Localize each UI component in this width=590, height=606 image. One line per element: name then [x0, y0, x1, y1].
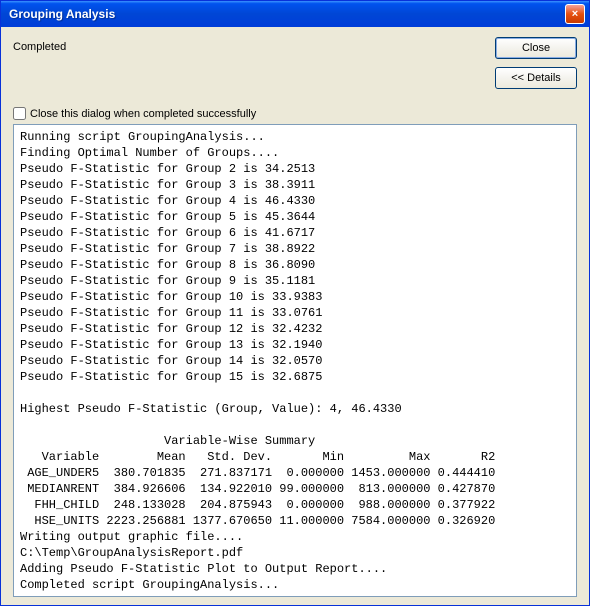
close-icon: ×	[572, 8, 578, 20]
close-button[interactable]: Close	[495, 37, 577, 59]
window-title: Grouping Analysis	[9, 7, 115, 21]
log-output: Running script GroupingAnalysis... Findi…	[13, 124, 577, 597]
title-close-button[interactable]: ×	[565, 4, 585, 24]
titlebar: Grouping Analysis ×	[1, 1, 589, 27]
autoclose-row: Close this dialog when completed success…	[13, 107, 577, 120]
autoclose-label: Close this dialog when completed success…	[30, 108, 256, 120]
button-group: Close << Details	[495, 37, 577, 89]
details-button[interactable]: << Details	[495, 67, 577, 89]
content-area: Completed Close << Details Close this di…	[1, 27, 589, 605]
top-row: Completed Close << Details	[13, 37, 577, 89]
dialog-window: Grouping Analysis × Completed Close << D…	[0, 0, 590, 606]
status-text: Completed	[13, 41, 66, 53]
autoclose-checkbox[interactable]	[13, 107, 26, 120]
